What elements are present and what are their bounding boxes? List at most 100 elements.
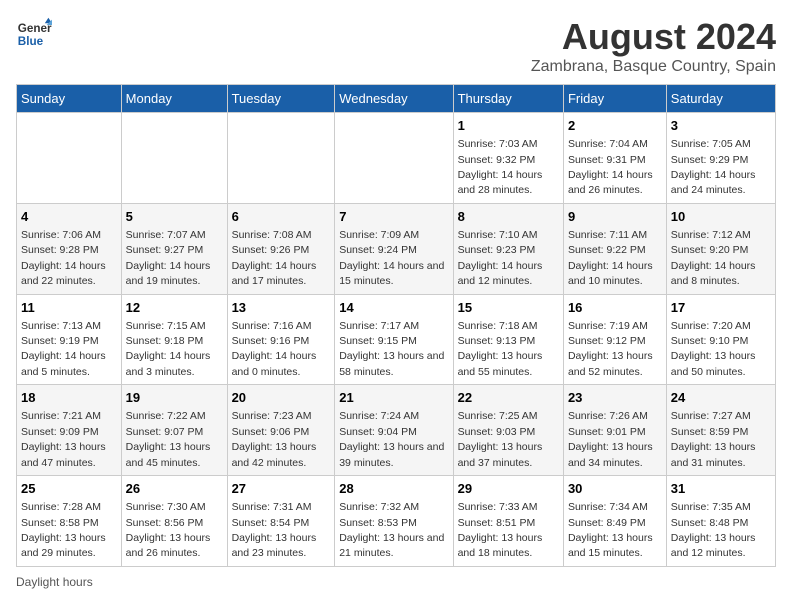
sunrise-text: Sunrise: 7:11 AM xyxy=(568,229,647,241)
day-header-wednesday: Wednesday xyxy=(335,85,453,113)
calendar-cell: 17 Sunrise: 7:20 AM Sunset: 9:10 PM Dayl… xyxy=(666,294,775,385)
sunrise-text: Sunrise: 7:12 AM xyxy=(671,229,751,241)
daylight-text: Daylight: 13 hours and 37 minutes. xyxy=(458,441,543,468)
sunset-text: Sunset: 9:19 PM xyxy=(21,335,99,347)
day-header-sunday: Sunday xyxy=(17,85,122,113)
sunset-text: Sunset: 9:20 PM xyxy=(671,244,749,256)
sunset-text: Sunset: 9:32 PM xyxy=(458,154,536,166)
day-number: 28 xyxy=(339,480,448,498)
sunrise-text: Sunrise: 7:16 AM xyxy=(232,320,312,332)
daylight-text: Daylight: 14 hours and 24 minutes. xyxy=(671,169,756,196)
sunrise-text: Sunrise: 7:10 AM xyxy=(458,229,538,241)
sunrise-text: Sunrise: 7:03 AM xyxy=(458,138,538,150)
sunset-text: Sunset: 8:49 PM xyxy=(568,517,646,529)
daylight-text: Daylight: 14 hours and 10 minutes. xyxy=(568,260,653,287)
calendar-cell: 31 Sunrise: 7:35 AM Sunset: 8:48 PM Dayl… xyxy=(666,476,775,567)
calendar-cell: 11 Sunrise: 7:13 AM Sunset: 9:19 PM Dayl… xyxy=(17,294,122,385)
day-number: 20 xyxy=(232,389,331,407)
calendar-cell xyxy=(121,113,227,204)
sunset-text: Sunset: 8:54 PM xyxy=(232,517,310,529)
day-number: 7 xyxy=(339,208,448,226)
calendar-table: SundayMondayTuesdayWednesdayThursdayFrid… xyxy=(16,84,776,567)
sunrise-text: Sunrise: 7:17 AM xyxy=(339,320,419,332)
day-number: 3 xyxy=(671,117,771,135)
calendar-header: SundayMondayTuesdayWednesdayThursdayFrid… xyxy=(17,85,776,113)
calendar-cell: 15 Sunrise: 7:18 AM Sunset: 9:13 PM Dayl… xyxy=(453,294,563,385)
calendar-cell: 23 Sunrise: 7:26 AM Sunset: 9:01 PM Dayl… xyxy=(563,385,666,476)
sunrise-text: Sunrise: 7:34 AM xyxy=(568,501,648,513)
sunrise-text: Sunrise: 7:24 AM xyxy=(339,410,419,422)
daylight-text: Daylight: 13 hours and 18 minutes. xyxy=(458,532,543,559)
sunrise-text: Sunrise: 7:19 AM xyxy=(568,320,648,332)
daylight-text: Daylight: 14 hours and 26 minutes. xyxy=(568,169,653,196)
sunrise-text: Sunrise: 7:33 AM xyxy=(458,501,538,513)
sunset-text: Sunset: 9:23 PM xyxy=(458,244,536,256)
sunset-text: Sunset: 9:16 PM xyxy=(232,335,310,347)
day-number: 25 xyxy=(21,480,117,498)
sunrise-text: Sunrise: 7:13 AM xyxy=(21,320,101,332)
day-number: 6 xyxy=(232,208,331,226)
sunrise-text: Sunrise: 7:05 AM xyxy=(671,138,751,150)
sunrise-text: Sunrise: 7:31 AM xyxy=(232,501,312,513)
footer-note: Daylight hours xyxy=(16,575,776,589)
svg-text:Blue: Blue xyxy=(18,35,44,48)
calendar-cell: 13 Sunrise: 7:16 AM Sunset: 9:16 PM Dayl… xyxy=(227,294,335,385)
daylight-text: Daylight: 14 hours and 8 minutes. xyxy=(671,260,756,287)
calendar-cell: 10 Sunrise: 7:12 AM Sunset: 9:20 PM Dayl… xyxy=(666,203,775,294)
calendar-cell: 18 Sunrise: 7:21 AM Sunset: 9:09 PM Dayl… xyxy=(17,385,122,476)
week-row-2: 4 Sunrise: 7:06 AM Sunset: 9:28 PM Dayli… xyxy=(17,203,776,294)
daylight-text: Daylight: 13 hours and 50 minutes. xyxy=(671,350,756,377)
calendar-cell: 6 Sunrise: 7:08 AM Sunset: 9:26 PM Dayli… xyxy=(227,203,335,294)
day-number: 17 xyxy=(671,299,771,317)
sunrise-text: Sunrise: 7:21 AM xyxy=(21,410,101,422)
day-header-saturday: Saturday xyxy=(666,85,775,113)
calendar-cell: 26 Sunrise: 7:30 AM Sunset: 8:56 PM Dayl… xyxy=(121,476,227,567)
calendar-cell: 5 Sunrise: 7:07 AM Sunset: 9:27 PM Dayli… xyxy=(121,203,227,294)
sunset-text: Sunset: 9:13 PM xyxy=(458,335,536,347)
calendar-cell: 27 Sunrise: 7:31 AM Sunset: 8:54 PM Dayl… xyxy=(227,476,335,567)
calendar-cell: 29 Sunrise: 7:33 AM Sunset: 8:51 PM Dayl… xyxy=(453,476,563,567)
sunrise-text: Sunrise: 7:22 AM xyxy=(126,410,206,422)
day-number: 29 xyxy=(458,480,559,498)
sunrise-text: Sunrise: 7:23 AM xyxy=(232,410,312,422)
sunset-text: Sunset: 8:58 PM xyxy=(21,517,99,529)
sunset-text: Sunset: 9:06 PM xyxy=(232,426,310,438)
daylight-text: Daylight: 14 hours and 15 minutes. xyxy=(339,260,444,287)
sunset-text: Sunset: 9:26 PM xyxy=(232,244,310,256)
day-header-friday: Friday xyxy=(563,85,666,113)
sunrise-text: Sunrise: 7:15 AM xyxy=(126,320,206,332)
day-number: 1 xyxy=(458,117,559,135)
sunrise-text: Sunrise: 7:27 AM xyxy=(671,410,751,422)
sunrise-text: Sunrise: 7:30 AM xyxy=(126,501,206,513)
day-number: 10 xyxy=(671,208,771,226)
calendar-cell: 24 Sunrise: 7:27 AM Sunset: 8:59 PM Dayl… xyxy=(666,385,775,476)
sunset-text: Sunset: 8:56 PM xyxy=(126,517,204,529)
day-number: 18 xyxy=(21,389,117,407)
day-header-thursday: Thursday xyxy=(453,85,563,113)
sunset-text: Sunset: 8:59 PM xyxy=(671,426,749,438)
sunrise-text: Sunrise: 7:25 AM xyxy=(458,410,538,422)
day-number: 24 xyxy=(671,389,771,407)
day-number: 31 xyxy=(671,480,771,498)
sunrise-text: Sunrise: 7:09 AM xyxy=(339,229,419,241)
calendar-cell: 7 Sunrise: 7:09 AM Sunset: 9:24 PM Dayli… xyxy=(335,203,453,294)
day-number: 22 xyxy=(458,389,559,407)
sunset-text: Sunset: 8:51 PM xyxy=(458,517,536,529)
day-number: 5 xyxy=(126,208,223,226)
header: General Blue August 2024 Zambrana, Basqu… xyxy=(16,16,776,76)
daylight-text: Daylight: 13 hours and 52 minutes. xyxy=(568,350,653,377)
day-header-monday: Monday xyxy=(121,85,227,113)
calendar-cell: 4 Sunrise: 7:06 AM Sunset: 9:28 PM Dayli… xyxy=(17,203,122,294)
calendar-cell xyxy=(227,113,335,204)
daylight-text: Daylight: 14 hours and 0 minutes. xyxy=(232,350,317,377)
day-header-tuesday: Tuesday xyxy=(227,85,335,113)
day-number: 2 xyxy=(568,117,662,135)
daylight-text: Daylight: 14 hours and 17 minutes. xyxy=(232,260,317,287)
day-number: 23 xyxy=(568,389,662,407)
calendar-cell: 20 Sunrise: 7:23 AM Sunset: 9:06 PM Dayl… xyxy=(227,385,335,476)
day-number: 16 xyxy=(568,299,662,317)
calendar-cell: 28 Sunrise: 7:32 AM Sunset: 8:53 PM Dayl… xyxy=(335,476,453,567)
calendar-cell: 9 Sunrise: 7:11 AM Sunset: 9:22 PM Dayli… xyxy=(563,203,666,294)
calendar-cell: 2 Sunrise: 7:04 AM Sunset: 9:31 PM Dayli… xyxy=(563,113,666,204)
sunset-text: Sunset: 9:28 PM xyxy=(21,244,99,256)
